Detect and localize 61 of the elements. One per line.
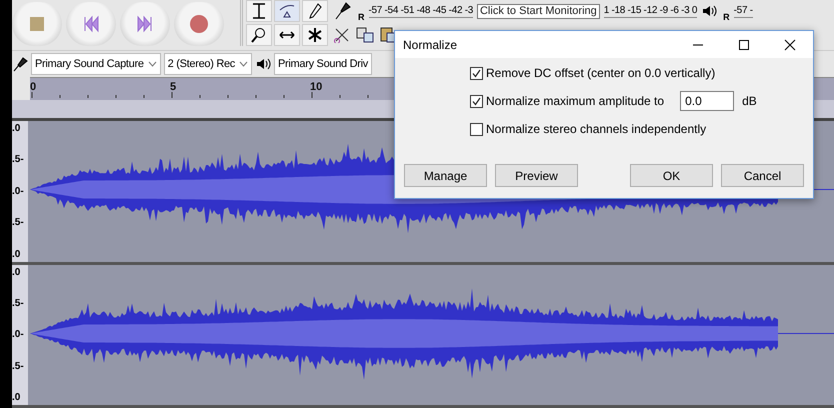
speaker-icon xyxy=(254,57,271,71)
record-button[interactable] xyxy=(174,2,224,46)
caret-icon xyxy=(238,61,248,67)
amplitude-label: .0 xyxy=(12,266,22,278)
cancel-button[interactable]: Cancel xyxy=(721,164,804,187)
recording-channels-dropdown[interactable]: 2 (Stereo) Rec xyxy=(164,53,252,75)
skip-to-end-button[interactable] xyxy=(120,2,170,46)
meter-channel-label: R xyxy=(723,12,730,22)
microphone-icon xyxy=(12,56,28,72)
pencil-button[interactable] xyxy=(302,0,328,22)
dialog-title: Normalize xyxy=(403,38,458,52)
speaker-icon xyxy=(701,4,720,18)
checkbox[interactable] xyxy=(470,66,483,80)
option-label: Remove DC offset (center on 0.0 vertically) xyxy=(486,66,716,80)
ruler-label: 5 xyxy=(170,81,176,93)
option-label: Normalize stereo channels independently xyxy=(486,122,706,136)
checkmark-icon xyxy=(472,96,481,106)
amplitude-label: .0- xyxy=(12,329,25,340)
checkbox[interactable] xyxy=(470,94,483,108)
meter-channel-label: R xyxy=(358,12,364,22)
amplitude-label: .0 xyxy=(12,392,22,403)
multi-tool-button[interactable] xyxy=(302,24,328,46)
ruler-label: 0 xyxy=(30,81,36,93)
skip-to-start-button[interactable] xyxy=(66,2,116,46)
close-icon xyxy=(783,38,797,50)
meter-scale: -57 -54 -51 -48 -45 -42 -3 xyxy=(368,4,473,18)
manage-button[interactable]: Manage xyxy=(404,164,487,187)
envelope-tool-icon xyxy=(278,2,296,20)
amplitude-field[interactable]: 0.0 xyxy=(680,91,734,111)
amplitude-label: .5- xyxy=(12,298,25,309)
selection-tool-button[interactable] xyxy=(246,0,272,22)
selection-tool-icon xyxy=(250,2,268,20)
amplitude-label: .5- xyxy=(12,154,25,166)
amplitude-label: .5- xyxy=(12,360,25,372)
preview-button[interactable]: Preview xyxy=(495,164,578,187)
envelope-tool-button[interactable] xyxy=(274,0,300,22)
unit-label: dB xyxy=(742,94,757,108)
zoom-button[interactable] xyxy=(246,24,272,46)
ok-button[interactable]: OK xyxy=(630,164,713,187)
amplitude-label: .0 xyxy=(12,248,22,260)
meter-scale: -57 - xyxy=(734,4,753,18)
playback-device-dropdown[interactable]: Primary Sound Driv xyxy=(274,53,372,75)
caret-icon xyxy=(148,61,157,67)
multi-tool-icon xyxy=(306,26,324,44)
checkmark-icon xyxy=(472,68,481,78)
recording-device-dropdown[interactable]: Primary Sound Capture xyxy=(31,53,161,75)
amplitude-label: .0 xyxy=(12,123,22,134)
amplitude-label: .0- xyxy=(12,186,25,197)
checkbox[interactable] xyxy=(470,122,483,136)
pencil-icon xyxy=(306,2,324,20)
tooltip: Click to Start Monitoring xyxy=(476,4,600,18)
ruler-label: 10 xyxy=(310,81,322,93)
zoom-icon xyxy=(250,26,268,44)
record-icon xyxy=(189,14,209,34)
stop-icon xyxy=(27,14,47,34)
amplitude-label: .5- xyxy=(12,217,25,228)
meter-scale: 1 -18 -15 -12 -9 -6 -3 0 xyxy=(604,4,698,18)
option-label: Normalize maximum amplitude to xyxy=(486,94,664,108)
copy-icon[interactable] xyxy=(355,25,375,43)
time-shift-button[interactable] xyxy=(274,24,300,46)
maximize-icon xyxy=(737,38,751,50)
